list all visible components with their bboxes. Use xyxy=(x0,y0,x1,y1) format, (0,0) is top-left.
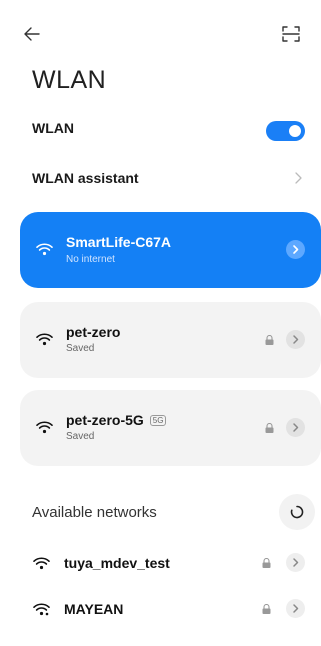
chevron-right-icon xyxy=(293,604,299,613)
wlan-assistant-label: WLAN assistant xyxy=(32,170,139,186)
chevron-right-icon xyxy=(293,245,299,254)
network-details-button[interactable] xyxy=(286,599,305,618)
chevron-right-icon xyxy=(295,172,302,184)
scan-qr-icon[interactable] xyxy=(279,22,303,46)
network-details-button[interactable] xyxy=(286,553,305,572)
lock-icon xyxy=(265,423,274,433)
wifi-icon xyxy=(36,333,53,346)
network-status: Saved xyxy=(66,343,95,354)
page-title: WLAN xyxy=(32,66,107,94)
lock-icon xyxy=(265,335,274,345)
network-list-item[interactable]: MAYEAN xyxy=(0,590,321,630)
wifi-icon xyxy=(36,243,53,256)
chevron-right-icon xyxy=(293,423,299,432)
band-badge: 5G xyxy=(149,415,167,426)
refresh-button[interactable] xyxy=(279,494,315,530)
wlan-toggle-row[interactable]: WLAN xyxy=(0,106,321,150)
refresh-icon xyxy=(290,505,304,519)
wifi-weak-icon xyxy=(33,603,50,616)
network-name: pet-zero xyxy=(66,324,121,340)
network-details-button[interactable] xyxy=(286,330,305,349)
network-card-saved[interactable]: pet-zero-5G 5G Saved xyxy=(20,390,321,466)
network-card-saved[interactable]: pet-zero Saved xyxy=(20,302,321,378)
network-name: MAYEAN xyxy=(64,601,124,617)
wlan-toggle[interactable] xyxy=(266,121,305,141)
top-bar xyxy=(0,0,321,60)
wifi-icon xyxy=(36,421,53,434)
wlan-assistant-row[interactable]: WLAN assistant xyxy=(0,156,321,200)
lock-icon xyxy=(262,558,271,568)
wifi-icon xyxy=(33,557,50,570)
chevron-right-icon xyxy=(293,335,299,344)
network-name-row: pet-zero-5G 5G xyxy=(66,412,167,428)
network-card-active[interactable]: SmartLife-C67A No internet xyxy=(20,212,321,288)
network-status: Saved xyxy=(66,431,95,442)
lock-icon xyxy=(262,604,271,614)
network-name: tuya_mdev_test xyxy=(64,555,170,571)
toggle-knob xyxy=(289,125,301,137)
available-networks-label: Available networks xyxy=(32,504,157,521)
network-details-button[interactable] xyxy=(286,240,305,259)
network-status: No internet xyxy=(66,254,115,265)
wlan-label: WLAN xyxy=(32,120,74,136)
network-name: SmartLife-C67A xyxy=(66,234,172,250)
network-name: pet-zero-5G xyxy=(66,412,144,428)
network-list-item[interactable]: tuya_mdev_test xyxy=(0,544,321,584)
back-arrow-icon[interactable] xyxy=(20,22,44,46)
chevron-right-icon xyxy=(293,558,299,567)
network-details-button[interactable] xyxy=(286,418,305,437)
